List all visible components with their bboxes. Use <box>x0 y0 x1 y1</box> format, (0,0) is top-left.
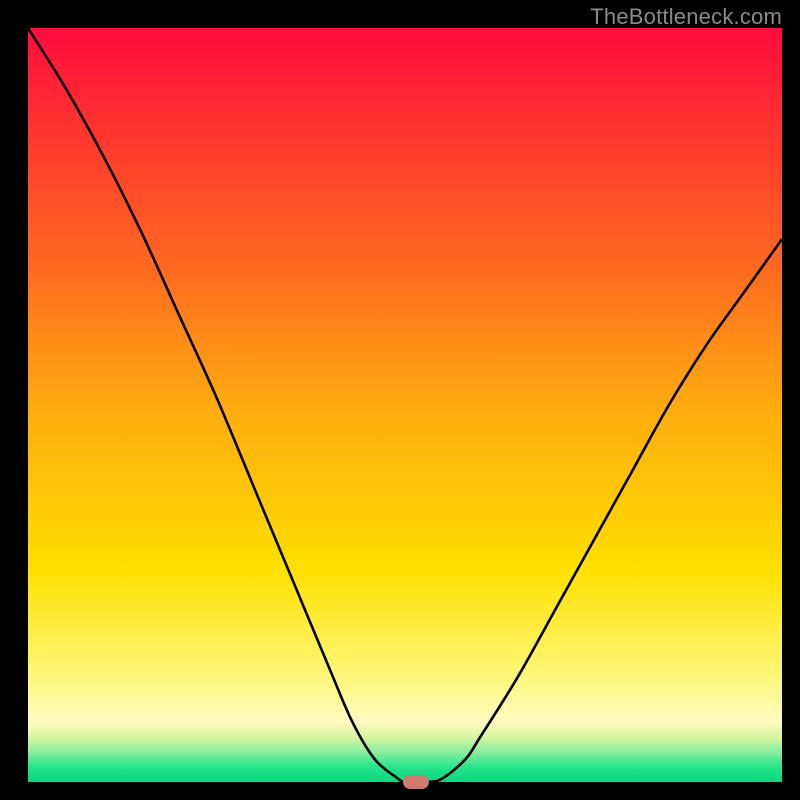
watermark-text: TheBottleneck.com <box>590 4 782 30</box>
plot-area <box>28 28 782 782</box>
dip-marker <box>403 775 429 789</box>
bottleneck-curve <box>28 28 782 782</box>
curve-layer <box>28 28 782 782</box>
chart-frame: TheBottleneck.com <box>0 0 800 800</box>
